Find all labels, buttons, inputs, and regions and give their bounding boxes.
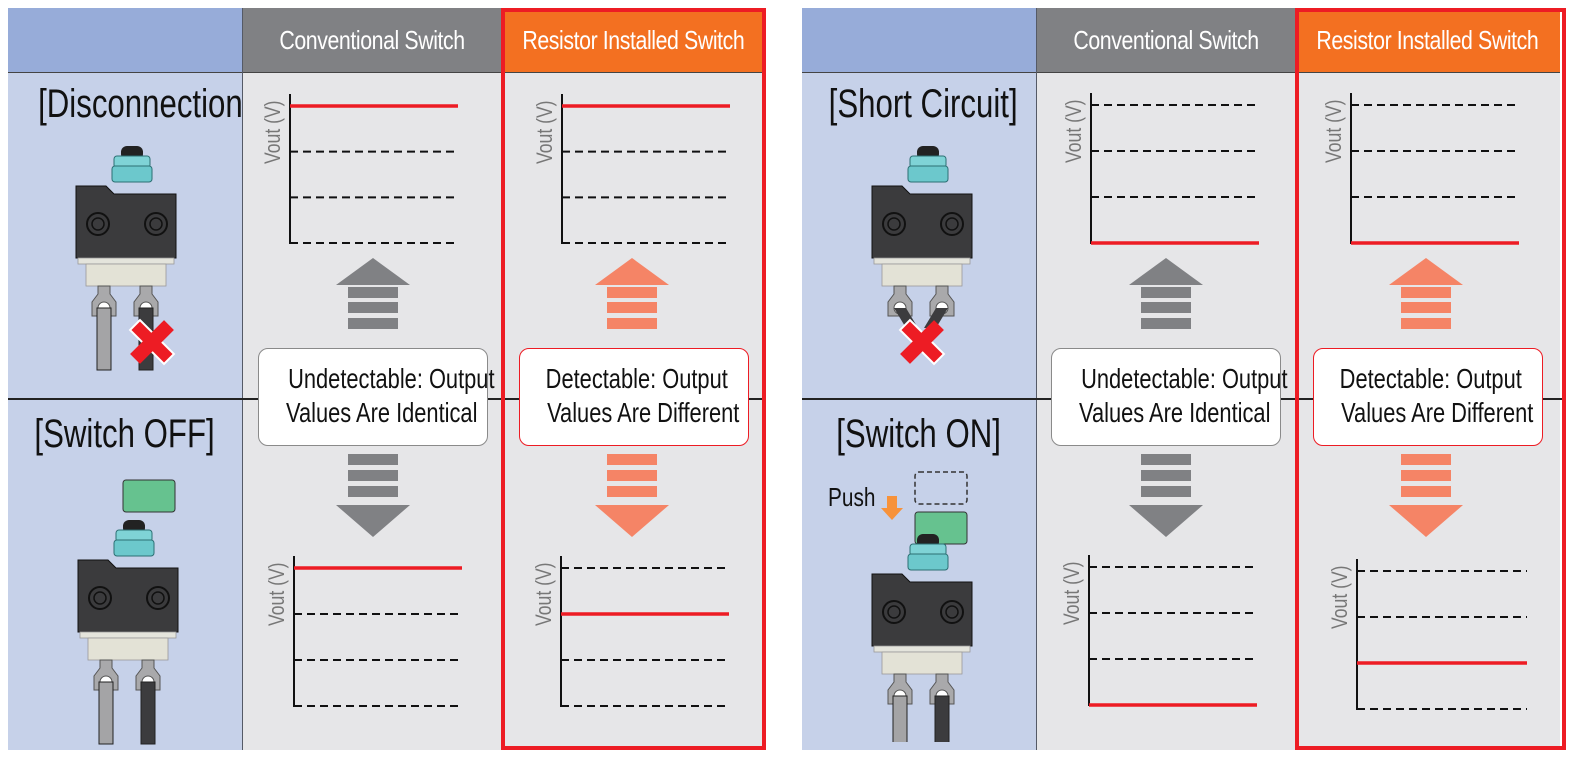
y-axis-label: Vout (V) <box>1328 565 1352 629</box>
vout-chart: Vout (V) <box>1328 559 1527 710</box>
vout-chart: Vout (V) <box>1060 555 1257 707</box>
vout-chart: Vout (V) <box>1062 93 1259 245</box>
y-axis-label: Vout (V) <box>261 100 285 164</box>
y-axis-label: Vout (V) <box>1322 99 1346 163</box>
vout-chart: Vout (V) <box>1322 93 1519 245</box>
vout-chart: Vout (V) <box>533 94 730 244</box>
vout-chart: Vout (V) <box>532 556 729 707</box>
vout-chart: Vout (V) <box>265 556 462 707</box>
vout-chart: Vout (V) <box>261 94 458 244</box>
y-axis-label: Vout (V) <box>265 562 289 626</box>
y-axis-label: Vout (V) <box>532 562 556 626</box>
y-axis-label: Vout (V) <box>533 100 557 164</box>
y-axis-label: Vout (V) <box>1062 99 1086 163</box>
y-axis-label: Vout (V) <box>1060 561 1084 625</box>
vout-charts-layer: Vout (V) Vout (V) Vout (V) Vout (V) Vout (V)… <box>261 93 1527 710</box>
